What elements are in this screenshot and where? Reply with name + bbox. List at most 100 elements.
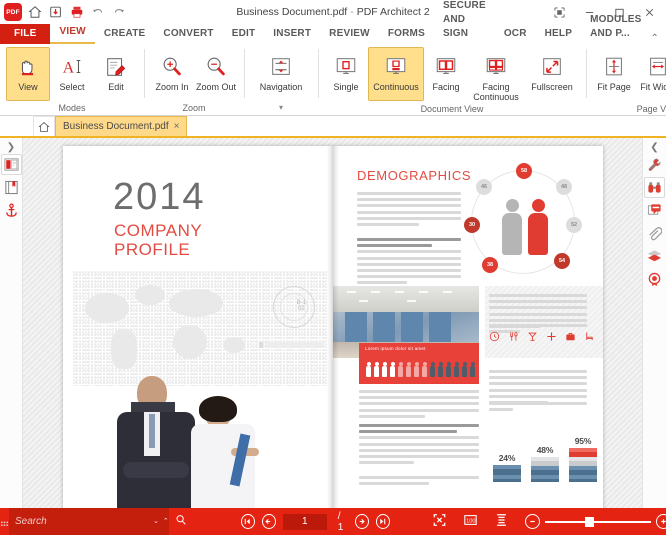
- zoom-in-button[interactable]: Zoom In: [150, 47, 194, 101]
- page-number-input[interactable]: [282, 513, 327, 530]
- demographics-paragraph-3: [359, 390, 479, 421]
- select-mode-button[interactable]: A Select: [50, 47, 94, 101]
- layers-icon[interactable]: [644, 246, 665, 267]
- single-page-label: Single: [333, 82, 359, 92]
- tab-help[interactable]: HELP: [536, 24, 581, 44]
- hud-dial-graphic: [273, 286, 315, 328]
- bookmarks-icon[interactable]: [1, 177, 22, 198]
- ribbon-group-modes: View A Select Edit Modes: [0, 44, 144, 115]
- redo-icon[interactable]: [110, 4, 127, 21]
- pages-thumbnail-icon[interactable]: [0, 154, 22, 175]
- undo-icon[interactable]: [89, 4, 106, 21]
- collapse-ribbon-button[interactable]: ⌃: [651, 33, 666, 44]
- first-page-button[interactable]: [241, 514, 255, 529]
- demographics-paragraph-4: [359, 424, 479, 467]
- workspace: ❯ 2014 COMPANY PROFILE B-1 02 DEMOGRAPHI…: [0, 138, 666, 508]
- search-spinner[interactable]: ⌄: [153, 518, 159, 525]
- ring-badge-3: 54: [554, 253, 570, 269]
- fullscreen-button[interactable]: Fullscreen: [524, 47, 580, 101]
- page-navigation: / 1: [241, 511, 390, 533]
- zoom-in-button-status[interactable]: [655, 514, 666, 529]
- single-page-button[interactable]: Single: [324, 47, 368, 101]
- zoom-in-icon: [160, 52, 184, 82]
- chart-bar-1: 48%: [531, 445, 559, 482]
- tab-edit[interactable]: EDIT: [223, 24, 265, 44]
- find-binoculars-icon[interactable]: [644, 177, 665, 198]
- comments-icon[interactable]: [644, 200, 665, 221]
- zoom-controls: [524, 514, 666, 529]
- document-viewport[interactable]: 2014 COMPANY PROFILE B-1 02 DEMOGRAPHICS…: [23, 138, 642, 508]
- pdf-architect-window: PDF Business Document.pdf - PDF Architect …: [0, 0, 666, 535]
- anchor-icon[interactable]: [1, 200, 22, 221]
- page-cover: 2014 COMPANY PROFILE B-1 02: [63, 146, 333, 508]
- document-tab-business-document[interactable]: Business Document.pdf ×: [55, 116, 188, 136]
- facing-page-icon: [434, 52, 458, 82]
- tab-forms[interactable]: FORMS: [379, 24, 434, 44]
- tab-modules-and-plugins[interactable]: MODULES AND P...: [581, 10, 650, 44]
- fit-width-button[interactable]: Fit Width: [636, 47, 666, 101]
- amenity-icon-row: [489, 331, 595, 342]
- previous-page-button[interactable]: [261, 514, 276, 529]
- cover-people-photo: [101, 370, 286, 508]
- cocktail-icon: [528, 332, 537, 341]
- fit-page-button[interactable]: Fit Page: [592, 47, 636, 101]
- last-page-button[interactable]: [375, 514, 390, 529]
- collapse-right-panel-button[interactable]: ❮: [650, 140, 658, 154]
- ring-badge-1: 48: [556, 179, 572, 195]
- window-title-app: PDF Architect 2: [356, 6, 430, 18]
- zoom-slider[interactable]: [544, 516, 651, 527]
- search-spinner-up[interactable]: ⌃: [163, 518, 169, 525]
- fit-width-button-status[interactable]: [494, 513, 509, 530]
- signature-stamp-icon[interactable]: [644, 269, 665, 290]
- tab-secure-and-sign[interactable]: SECURE AND SIGN: [434, 0, 495, 44]
- zoom-out-button[interactable]: Zoom Out: [194, 47, 238, 101]
- search-box[interactable]: ⌄ ⌃: [9, 508, 169, 535]
- continuous-page-button[interactable]: Continuous: [368, 47, 424, 101]
- actual-size-button-status[interactable]: 100: [463, 513, 478, 530]
- save-icon[interactable]: [47, 4, 64, 21]
- tab-ocr[interactable]: OCR: [495, 24, 536, 44]
- ring-badge-4: 38: [482, 257, 498, 273]
- navigation-button[interactable]: Navigation: [250, 47, 312, 101]
- home-tab-button[interactable]: [33, 116, 55, 136]
- document-tab-close-icon[interactable]: ×: [174, 121, 180, 132]
- chart-label-1: 48%: [536, 445, 554, 455]
- view-mode-button[interactable]: View: [6, 47, 50, 101]
- tools-wrench-icon[interactable]: [644, 154, 665, 175]
- search-input[interactable]: [15, 516, 149, 527]
- search-down-chevron[interactable]: ⌄: [153, 518, 159, 525]
- facing-page-button[interactable]: Facing: [424, 47, 468, 101]
- figure-male: [502, 199, 522, 255]
- tab-file[interactable]: FILE: [0, 24, 51, 44]
- tab-review[interactable]: REVIEW: [320, 24, 379, 44]
- expand-left-panel-button[interactable]: ❯: [7, 140, 15, 154]
- fit-page-button-status[interactable]: [432, 513, 447, 530]
- grip-icon[interactable]: [0, 517, 9, 526]
- tab-create[interactable]: CREATE: [95, 24, 155, 44]
- home-icon[interactable]: [26, 4, 43, 21]
- document-tab-bar: Business Document.pdf ×: [0, 116, 666, 138]
- print-icon[interactable]: [68, 4, 85, 21]
- single-page-icon: [334, 52, 358, 82]
- edit-mode-button[interactable]: Edit: [94, 47, 138, 101]
- next-page-button[interactable]: [354, 514, 369, 529]
- demographics-ring-chart: 58 48 52 54 38 30 46: [464, 163, 582, 274]
- search-icon[interactable]: [169, 514, 187, 529]
- tab-convert[interactable]: CONVERT: [154, 24, 222, 44]
- attachments-paperclip-icon[interactable]: [644, 223, 665, 244]
- tab-view[interactable]: VIEW: [50, 22, 95, 44]
- facing-continuous-button[interactable]: Facing Continuous: [468, 47, 524, 103]
- navigation-dropdown[interactable]: ▾: [246, 102, 316, 115]
- text-select-icon: A: [60, 52, 84, 82]
- ribbon-display-options-button[interactable]: [544, 1, 574, 23]
- percentage-bar-chart: 24% 48% 95%: [493, 424, 603, 482]
- search-up-chevron[interactable]: ⌃: [163, 518, 169, 525]
- facing-page-label: Facing: [432, 82, 460, 92]
- zoom-out-button-status[interactable]: [524, 514, 540, 529]
- chart-label-2: 95%: [574, 436, 592, 446]
- ribbon-group-document-view-label: Document View: [420, 104, 484, 114]
- zoom-slider-thumb[interactable]: [584, 516, 594, 527]
- tab-insert[interactable]: INSERT: [264, 24, 320, 44]
- page-demographics: DEMOGRAPHICS 58 48 52 54 38 30 46 Lorem …: [333, 146, 603, 508]
- demographics-paragraph-5: [359, 476, 479, 488]
